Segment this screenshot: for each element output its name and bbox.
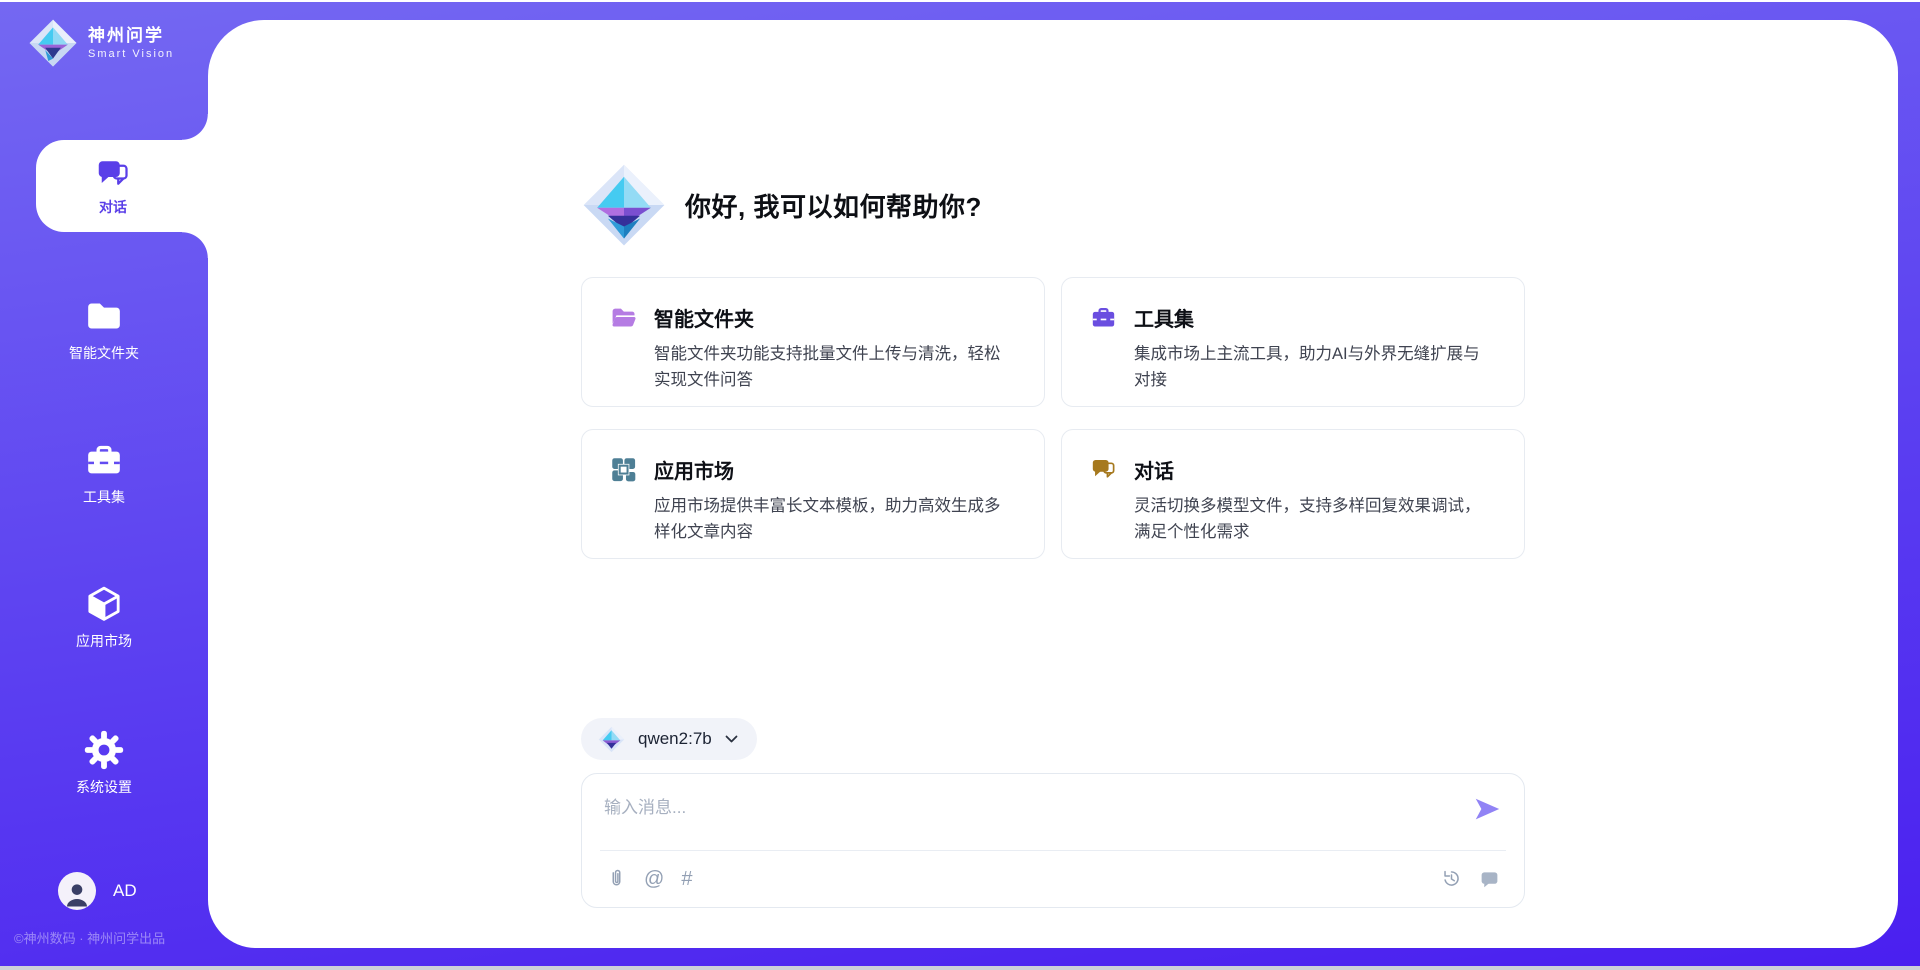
card-description: 灵活切换多模型文件，支持多样回复效果调试，满足个性化需求	[1134, 494, 1494, 545]
window-top-edge	[0, 0, 1920, 2]
history-button[interactable]	[1441, 868, 1462, 889]
sidebar-item-app-market[interactable]: 应用市场	[0, 584, 208, 651]
chevron-down-icon	[725, 735, 738, 743]
toolbox-icon	[1090, 304, 1117, 331]
main-panel: 你好, 我可以如何帮助你? 智能文件夹 智能文件夹功能支持批量文件上传与清洗，轻…	[208, 20, 1898, 948]
chat-bubble-button[interactable]	[1479, 868, 1500, 889]
window-bottom-edge	[0, 966, 1920, 970]
brand-text: 神州问学 Smart Vision	[88, 26, 174, 60]
sidebar-item-smart-folder[interactable]: 智能文件夹	[0, 296, 208, 363]
send-icon[interactable]	[1472, 794, 1502, 824]
sidebar-item-settings[interactable]: 系统设置	[0, 730, 208, 797]
paperclip-icon	[606, 868, 627, 889]
gear-icon	[84, 730, 124, 770]
history-clock-icon	[1441, 868, 1462, 889]
copyright-text: ©神州数码 · 神州问学出品	[14, 928, 208, 947]
sidebar-item-label: 系统设置	[76, 777, 132, 797]
composer-right-tools	[1441, 868, 1500, 889]
card-title: 工具集	[1134, 303, 1194, 332]
sidebar-item-label: 对话	[99, 197, 127, 217]
user-profile[interactable]: AD	[58, 872, 137, 910]
avatar	[58, 872, 96, 910]
assistant-diamond-icon	[581, 162, 667, 248]
sidebar-item-label: 工具集	[83, 487, 125, 507]
card-app-market[interactable]: 应用市场 应用市场提供丰富长文本模板，助力高效生成多样化文章内容	[581, 429, 1045, 559]
chat-icon	[95, 156, 131, 192]
sidebar-item-label: 智能文件夹	[69, 343, 139, 363]
model-diamond-icon	[598, 726, 625, 753]
toolbox-icon	[84, 440, 124, 480]
folder-icon	[84, 296, 124, 336]
model-selector[interactable]: qwen2:7b	[581, 718, 757, 760]
model-name: qwen2:7b	[638, 729, 712, 749]
message-composer: @ #	[581, 773, 1525, 908]
user-initials: AD	[113, 881, 137, 901]
brand-subtitle: Smart Vision	[88, 48, 174, 60]
chat-bubble-icon	[1479, 868, 1500, 889]
card-title: 应用市场	[654, 455, 734, 484]
greeting: 你好, 我可以如何帮助你?	[581, 162, 1525, 248]
card-description: 智能文件夹功能支持批量文件上传与清洗，轻松实现文件问答	[654, 342, 1014, 393]
card-chat[interactable]: 对话 灵活切换多模型文件，支持多样回复效果调试，满足个性化需求	[1061, 429, 1525, 559]
greeting-title: 你好, 我可以如何帮助你?	[685, 187, 982, 224]
brand-diamond-icon	[28, 18, 78, 68]
model-selector-row: qwen2:7b	[581, 718, 1525, 760]
sidebar-item-toolset[interactable]: 工具集	[0, 440, 208, 507]
sidebar-item-label: 应用市场	[76, 631, 132, 651]
open-folder-icon	[610, 304, 637, 331]
card-smart-folder[interactable]: 智能文件夹 智能文件夹功能支持批量文件上传与清洗，轻松实现文件问答	[581, 277, 1045, 407]
card-toolset[interactable]: 工具集 集成市场上主流工具，助力AI与外界无缝扩展与对接	[1061, 277, 1525, 407]
sidebar: 神州问学 Smart Vision 对话 智能文件夹	[0, 0, 208, 970]
composer-left-tools: @ #	[606, 868, 692, 889]
sidebar-item-chat[interactable]: 对话	[0, 140, 208, 232]
hashtag-button[interactable]: #	[681, 869, 692, 889]
brand-logo-row: 神州问学 Smart Vision	[28, 18, 174, 68]
brand-name: 神州问学	[88, 26, 174, 46]
apps-grid-icon	[610, 456, 637, 483]
chat-icon	[1090, 456, 1117, 483]
attachment-button[interactable]	[606, 868, 627, 889]
feature-cards: 智能文件夹 智能文件夹功能支持批量文件上传与清洗，轻松实现文件问答	[581, 277, 1525, 559]
card-title: 智能文件夹	[654, 303, 754, 332]
mention-button[interactable]: @	[644, 869, 664, 889]
message-input[interactable]	[604, 790, 1454, 826]
card-description: 集成市场上主流工具，助力AI与外界无缝扩展与对接	[1134, 342, 1494, 393]
person-icon	[62, 878, 92, 910]
card-description: 应用市场提供丰富长文本模板，助力高效生成多样化文章内容	[654, 494, 1014, 545]
cube-icon	[84, 584, 124, 624]
card-title: 对话	[1134, 455, 1174, 484]
